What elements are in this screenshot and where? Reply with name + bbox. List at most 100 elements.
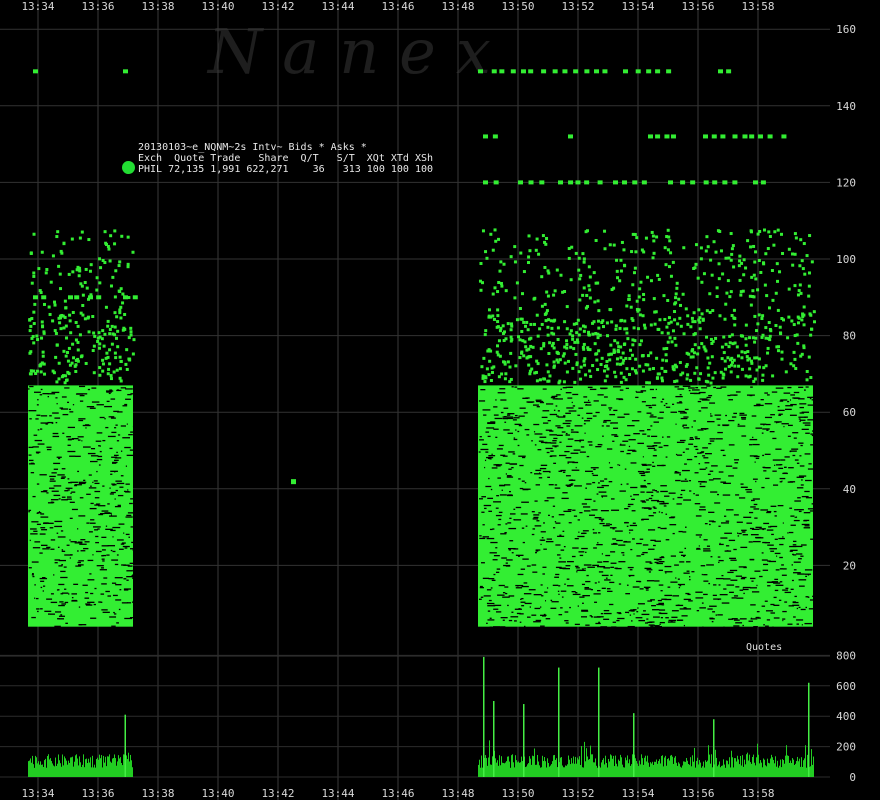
quote-marker [730,333,734,337]
quote-gap [739,412,745,415]
quote-gap [65,487,73,489]
quote-gap [47,395,50,398]
quote-marker [70,237,74,241]
quote-marker [802,242,806,246]
quote-gap [64,601,69,604]
quote-gap [97,528,100,530]
quote-gap [651,494,654,497]
quote-gap [580,616,588,618]
quote-gap [497,524,501,526]
volume-bar [529,756,530,777]
quote-gap [679,394,682,396]
quote-gap [68,593,70,595]
quote-marker [710,273,714,277]
quote-gap [565,475,571,477]
quote-gap [652,489,656,491]
quote-marker [534,248,538,252]
volume-bar [43,767,44,777]
quote-marker [622,375,626,379]
quote-gap [36,523,41,526]
quote-gap [66,496,72,498]
quote-gap [37,429,40,431]
volume-bar [687,760,688,777]
quote-gap [499,494,507,496]
quote-marker [527,347,531,351]
quote-gap [549,455,553,458]
volume-bar [83,754,84,777]
quote-gap [702,447,708,449]
quote-marker [602,69,608,74]
quote-marker [571,334,575,338]
quote-gap [57,618,60,620]
quote-marker [493,286,497,290]
quote-gap [549,413,558,416]
quote-gap [679,551,684,553]
volume-bar [546,767,547,777]
quote-gap [534,473,542,475]
volume-bar [106,766,107,777]
quote-gap [769,431,775,433]
volume-bar [40,761,41,777]
quote-gap [807,468,816,470]
quote-gap [701,451,705,453]
volume-bar [666,765,667,777]
quote-marker [32,274,36,278]
quote-gap [793,616,796,618]
volume-bar [688,763,689,777]
quote-gap [496,571,500,573]
quote-marker [47,305,51,309]
volume-bar [782,759,783,777]
volume-bar [709,754,710,777]
quote-marker [500,372,504,376]
quote-gap [42,585,46,587]
quote-gap [781,480,783,482]
quote-marker [786,336,790,340]
quote-gap [783,425,785,428]
quote-gap [70,481,78,483]
quote-gap [56,456,62,458]
volume-bar [61,766,62,777]
quote-gap [795,516,798,518]
quote-gap [90,447,96,450]
quote-gap [34,391,41,393]
quote-marker [606,367,610,371]
quote-marker [778,270,782,274]
quote-marker [584,306,588,310]
volume-bar [123,754,124,777]
quote-marker [728,334,732,338]
quote-gap [653,512,657,514]
quote-gap [496,568,501,570]
quote-gap [128,536,130,538]
quote-marker [105,351,109,355]
volume-bar [795,763,796,777]
quote-marker [668,265,672,269]
quote-gap [771,533,774,536]
quote-gap [749,587,757,589]
quote-gap [78,624,83,626]
volume-bar [749,754,750,777]
quote-gap [46,446,52,448]
quote-gap [697,400,702,403]
quote-gap [561,431,566,433]
x-tick-label: 13:44 [321,0,354,13]
quote-gap [677,578,680,580]
quote-gap [544,500,549,502]
quote-gap [99,569,107,571]
volume-bar [532,755,533,777]
volume-bar [501,756,502,777]
quote-marker [642,292,646,296]
quote-gap [537,449,542,451]
quote-gap [728,399,734,401]
quote-marker [579,273,583,277]
volume-bar [756,757,757,777]
quote-marker [113,311,117,315]
quote-gap [601,587,606,589]
quote-gap [729,569,738,572]
quote-gap [98,445,100,447]
quote-gap [110,549,113,552]
volume-bar [793,759,794,777]
quote-gap [480,596,484,598]
quote-marker [491,248,495,252]
quote-gap [487,602,495,605]
quote-marker [71,342,75,346]
